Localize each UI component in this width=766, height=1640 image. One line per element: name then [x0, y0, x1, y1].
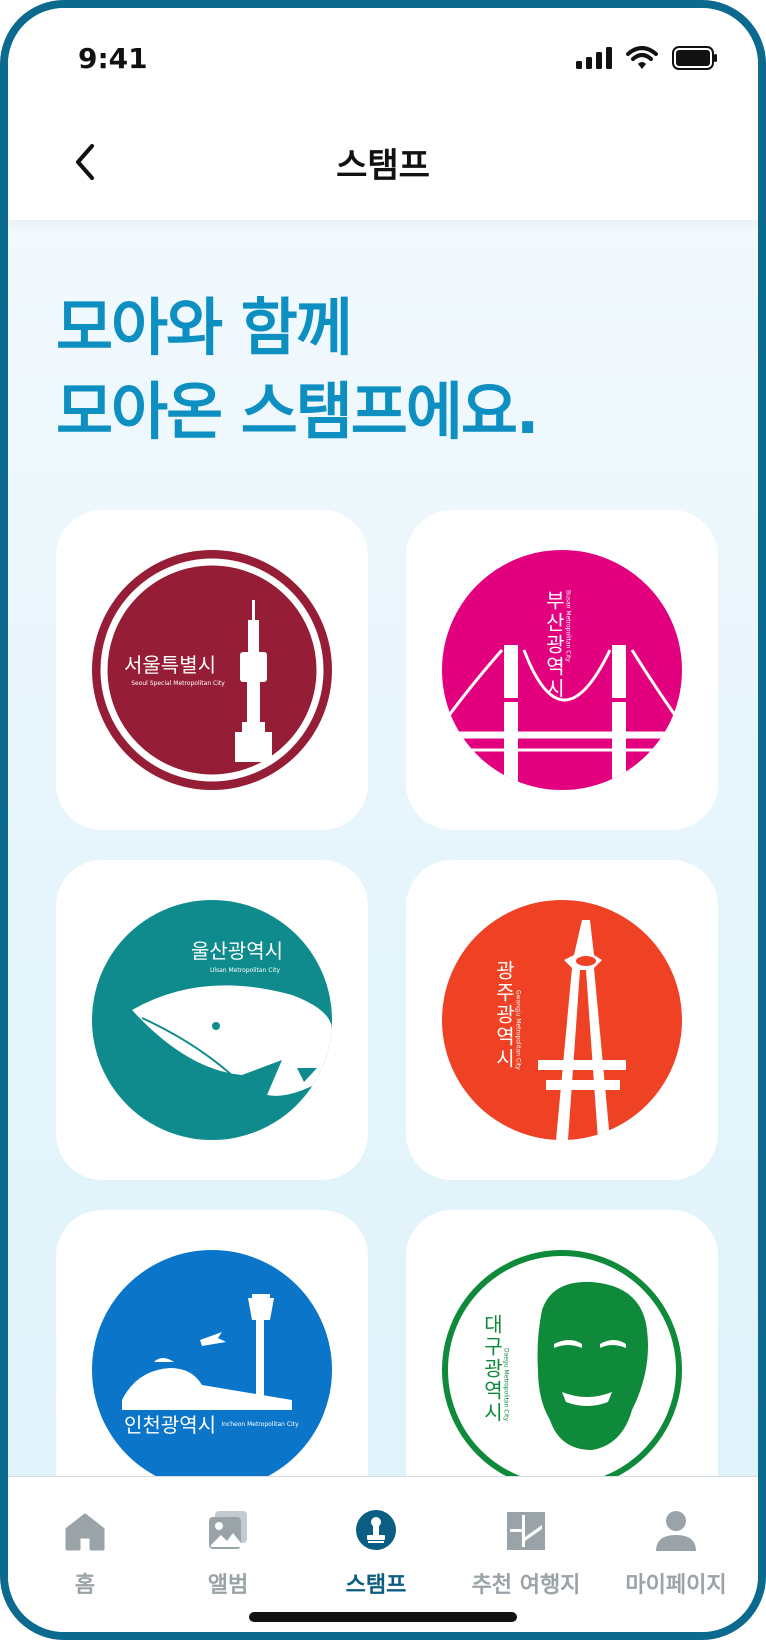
app-header: 스탬프 [8, 108, 758, 220]
album-icon [209, 1511, 247, 1549]
incheon-name-en: Incheon Metropolitan City [221, 1421, 299, 1428]
gwangju-name-ko: 광주광역시 [492, 960, 516, 1070]
battery-icon [672, 46, 717, 70]
daegu-name-en: Daegu Metropolitan City [503, 1348, 510, 1421]
headline-line-2: 모아온 스탬프에요. [56, 375, 539, 448]
seoul-stamp: 서울특별시 Seoul Special Metropolitan City [92, 550, 332, 790]
gwangju-stamp: 광주광역시 Gwangju Metropolitan City [442, 900, 682, 1140]
incheon-stamp: 인천광역시 Incheon Metropolitan City [92, 1250, 332, 1490]
ulsan-name-ko: 울산광역시 [191, 939, 283, 963]
tab-mypage-label: 마이페이지 [625, 1573, 727, 1598]
home-indicator [249, 1612, 517, 1622]
tab-home-label: 홈 [74, 1573, 96, 1598]
busan-name-en: Busan Metropolitan City [565, 590, 572, 662]
gwangju-name-en: Gwangju Metropolitan City [515, 990, 522, 1070]
map-icon [507, 1512, 545, 1550]
daegu-stamp: 대구광역시 Daegu Metropolitan City [442, 1250, 682, 1490]
seoul-name-ko: 서울특별시 [124, 653, 216, 677]
stamp-icon [356, 1510, 396, 1550]
tab-album[interactable]: 앨범 [153, 1495, 303, 1599]
headline-line-1: 모아와 함께 [56, 291, 353, 364]
stamp-card-ulsan[interactable]: 울산광역시 Ulsan Metropolitan City [56, 860, 368, 1180]
tab-recommend[interactable]: 추천 여행지 [451, 1495, 601, 1599]
stamp-card-busan[interactable]: 부산광역시 Busan Metropolitan City [406, 510, 718, 830]
daegu-name-ko: 대구광역시 [480, 1314, 504, 1424]
incheon-name-ko: 인천광역시 [124, 1413, 216, 1437]
ulsan-stamp: 울산광역시 Ulsan Metropolitan City [92, 900, 332, 1140]
status-icons [576, 46, 718, 70]
home-icon [65, 1513, 105, 1551]
busan-name-ko: 부산광역시 [542, 590, 566, 700]
signal-icon [576, 47, 612, 69]
tab-stamp[interactable]: 스탬프 [301, 1495, 451, 1599]
status-bar: 9:41 [8, 8, 758, 108]
stamp-card-gwangju[interactable]: 광주광역시 Gwangju Metropolitan City [406, 860, 718, 1180]
tab-recommend-label: 추천 여행지 [471, 1573, 581, 1598]
person-icon [656, 1511, 696, 1551]
tab-home[interactable]: 홈 [10, 1495, 160, 1599]
busan-stamp: 부산광역시 Busan Metropolitan City [442, 550, 682, 790]
tab-stamp-label: 스탬프 [345, 1573, 407, 1598]
wifi-icon [626, 46, 658, 69]
seoul-name-en: Seoul Special Metropolitan City [131, 680, 225, 687]
status-time: 9:41 [78, 42, 148, 75]
headline: 모아와 함께 모아온 스탬프에요. [56, 286, 539, 454]
page-title: 스탬프 [336, 146, 430, 186]
tab-mypage[interactable]: 마이페이지 [601, 1495, 751, 1599]
phone-frame: 9:41 스탬프 모아와 함께 모아온 스탬프에요. 서울특별시 Seoul S… [0, 0, 766, 1640]
ulsan-name-en: Ulsan Metropolitan City [210, 967, 281, 974]
stamp-card-seoul[interactable]: 서울특별시 Seoul Special Metropolitan City [56, 510, 368, 830]
tab-album-label: 앨범 [207, 1573, 249, 1598]
